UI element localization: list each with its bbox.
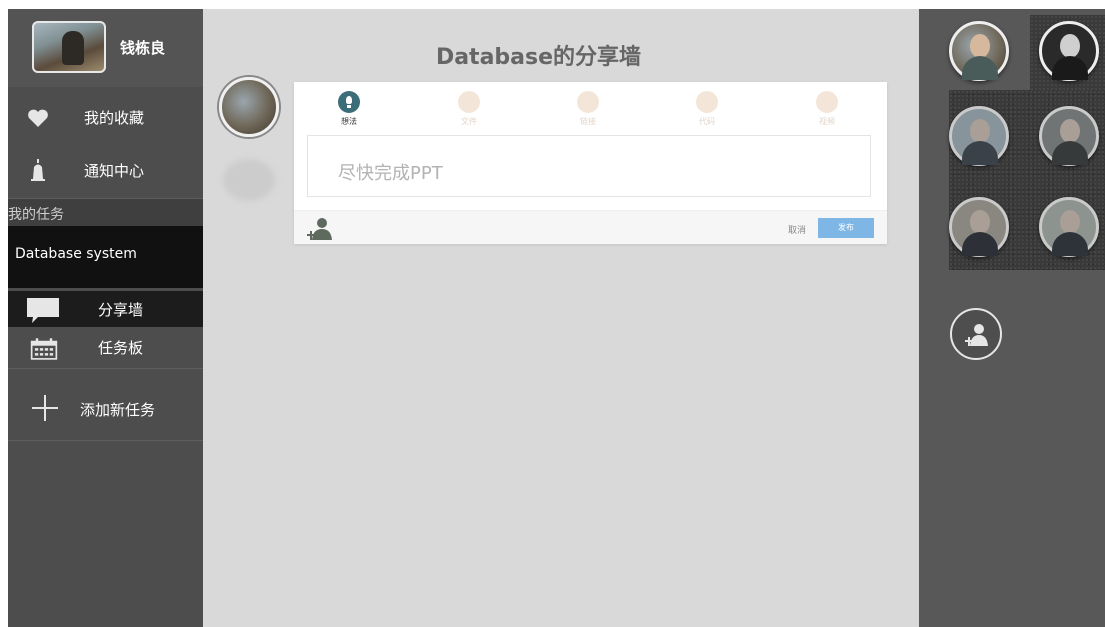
author-avatar[interactable] [219, 77, 279, 137]
member-avatar[interactable] [949, 106, 1009, 166]
member-avatar[interactable] [1039, 197, 1099, 257]
code-icon [696, 91, 718, 113]
publish-button[interactable]: 发布 [818, 218, 874, 238]
my-tasks-section-header: 我的任务 [8, 199, 203, 226]
profile-avatar[interactable] [32, 21, 106, 73]
plus-icon [32, 395, 58, 421]
sidebar: 钱栋良 我的收藏 通知中心 我的任务 Database system 分享墙 任… [8, 9, 203, 627]
bell-icon [31, 159, 45, 181]
page-title: Database的分享墙 [435, 45, 642, 70]
member-avatar[interactable] [1039, 21, 1099, 81]
sidebar-item-label: 任务板 [98, 339, 144, 357]
tab-label: 想法 [341, 117, 357, 126]
sidebar-item-task-board[interactable]: 任务板 [8, 329, 203, 369]
tab-label: 视频 [819, 117, 835, 126]
member-avatar[interactable] [1039, 106, 1099, 166]
add-user-icon[interactable] [307, 216, 333, 240]
add-user-icon [965, 324, 988, 346]
composer-footer: 取消 发布 [294, 210, 887, 244]
member-avatar[interactable] [949, 21, 1009, 81]
member-avatar[interactable] [949, 197, 1009, 257]
tab-video[interactable]: 视频 [797, 91, 857, 131]
tab-label: 代码 [699, 117, 715, 126]
lightbulb-icon [338, 91, 360, 113]
calendar-icon [30, 338, 58, 360]
task-name: Database system [15, 246, 137, 262]
add-task-button[interactable]: 添加新任务 [8, 371, 203, 441]
members-panel [919, 9, 1105, 627]
add-task-label: 添加新任务 [80, 401, 156, 419]
file-icon [458, 91, 480, 113]
sidebar-item-notifications[interactable]: 通知中心 [8, 142, 203, 199]
video-icon [816, 91, 838, 113]
sidebar-item-favorites[interactable]: 我的收藏 [8, 89, 203, 146]
sidebar-item-label: 分享墙 [98, 301, 144, 319]
tab-label: 链接 [580, 117, 596, 126]
tab-file[interactable]: 文件 [439, 91, 499, 131]
user-name[interactable]: 钱栋良 [120, 37, 165, 58]
tab-idea[interactable]: 想法 [319, 91, 379, 131]
tab-code[interactable]: 代码 [677, 91, 737, 131]
avatar-placeholder [223, 159, 275, 201]
tab-label: 文件 [461, 117, 477, 126]
idea-text: 尽快完成PPT [338, 163, 443, 184]
link-icon [577, 91, 599, 113]
tab-link[interactable]: 链接 [558, 91, 618, 131]
post-composer: 想法 文件 链接 代码 视频 尽快完成PPT 取消 发布 [294, 82, 887, 244]
sidebar-item-label: 通知中心 [84, 162, 145, 180]
user-profile[interactable]: 钱栋良 [8, 9, 203, 87]
main-content: Database的分享墙 想法 文件 链接 代码 视频 尽快完成PPT 取消 发… [203, 9, 919, 627]
sidebar-item-database-system[interactable]: Database system [8, 226, 203, 288]
add-member-button[interactable] [950, 308, 1002, 360]
speech-bubble-icon [27, 298, 59, 323]
sidebar-item-label: 我的收藏 [84, 109, 145, 127]
cancel-button[interactable]: 取消 [788, 223, 806, 236]
idea-input[interactable]: 尽快完成PPT [307, 135, 871, 197]
sidebar-item-share-wall[interactable]: 分享墙 [8, 291, 203, 327]
heart-icon [28, 109, 48, 127]
